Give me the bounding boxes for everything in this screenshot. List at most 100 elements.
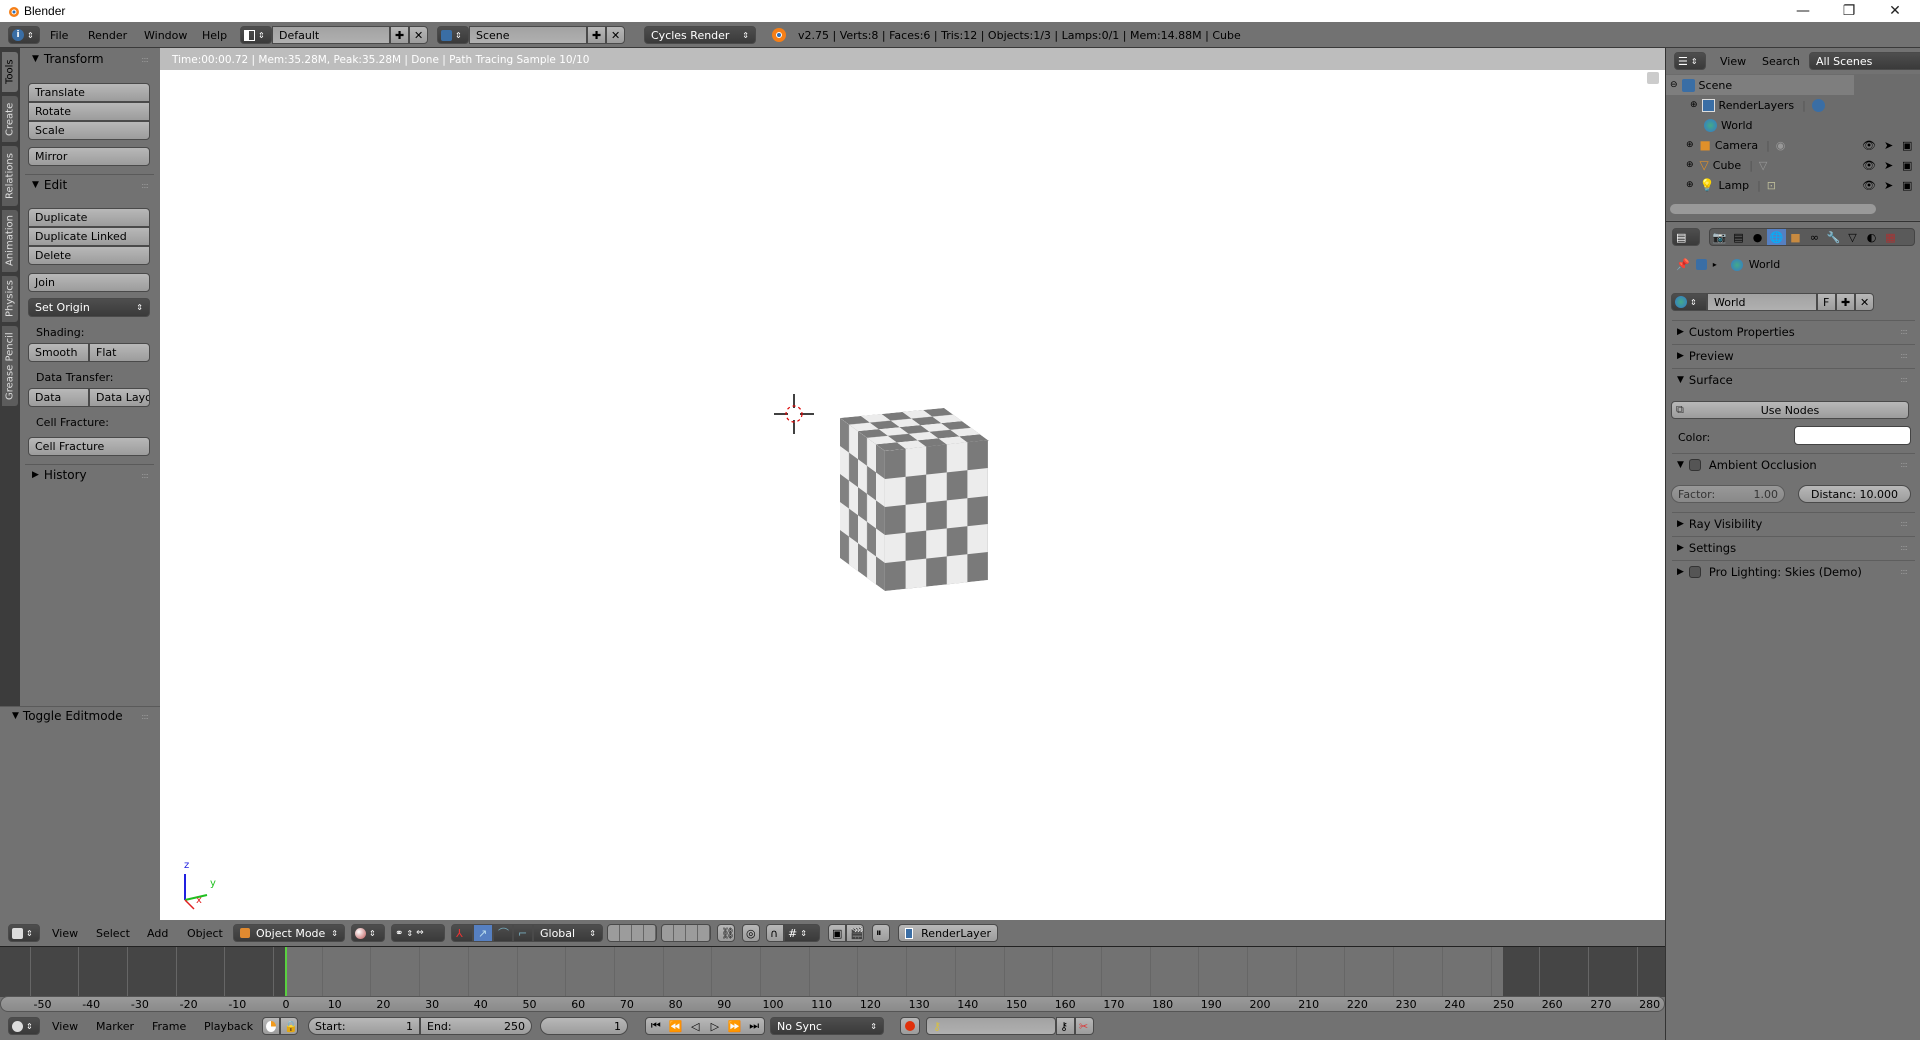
world-tab-icon[interactable]: 🌐 xyxy=(1767,229,1786,245)
current-frame-marker[interactable] xyxy=(285,947,287,997)
menu-view[interactable]: View xyxy=(1716,53,1750,70)
object-tab-icon[interactable]: ■ xyxy=(1786,229,1805,245)
modifiers-tab-icon[interactable]: 🔧 xyxy=(1824,229,1843,245)
preview-range-button[interactable] xyxy=(262,1017,280,1035)
ao-factor-field[interactable]: Factor: 1.00 xyxy=(1671,485,1785,503)
jump-start-icon[interactable]: ⏮ xyxy=(646,1019,666,1033)
3d-viewport[interactable]: z y x xyxy=(160,48,1665,920)
unlink-world-button[interactable]: ✕ xyxy=(1855,293,1874,311)
menu-frame[interactable]: Frame xyxy=(148,1018,190,1035)
expand-icon[interactable]: ⊕ xyxy=(1690,100,1698,110)
world-browse-button[interactable]: ⇕ xyxy=(1671,293,1707,311)
ray-visibility-panel-header[interactable]: ▶ Ray Visibility:::: xyxy=(1672,512,1915,534)
outliner-scrollbar[interactable] xyxy=(1670,204,1876,214)
delete-button[interactable]: Delete xyxy=(28,246,150,265)
expand-icon[interactable]: ⊕ xyxy=(1686,140,1694,150)
menu-help[interactable]: Help xyxy=(198,27,231,44)
rotate-manipulator[interactable]: ⌒ xyxy=(493,924,513,942)
viewport-shading-dropdown[interactable]: ⇕ xyxy=(351,924,385,942)
visibility-eye-icon[interactable]: 👁 xyxy=(1862,159,1876,172)
editor-type-outliner-button[interactable]: ☰ ⇕ xyxy=(1674,52,1706,70)
renderable-camera-icon[interactable]: ▣ xyxy=(1902,139,1912,152)
outliner-item-renderlayers[interactable]: ⊕ RenderLayers | xyxy=(1666,95,1920,115)
tab-physics[interactable]: Physics xyxy=(2,276,18,322)
render-layer-button[interactable]: RenderLayer xyxy=(898,924,998,942)
cell-fracture-button[interactable]: Cell Fracture xyxy=(28,437,150,456)
add-screen-button[interactable]: ✚ xyxy=(390,26,409,44)
data-tab-icon[interactable]: ▽ xyxy=(1843,229,1862,245)
collapse-icon[interactable]: ⊖ xyxy=(1670,80,1678,90)
menu-window[interactable]: Window xyxy=(140,27,191,44)
close-button[interactable]: ✕ xyxy=(1872,0,1918,22)
outliner-display-mode[interactable]: All Scenes xyxy=(1809,52,1920,70)
pivot-point-dropdown[interactable]: ⚭ ⇕ ⇔ xyxy=(391,924,445,942)
menu-marker[interactable]: Marker xyxy=(92,1018,138,1035)
menu-render[interactable]: Render xyxy=(84,27,131,44)
duplicate-linked-button[interactable]: Duplicate Linked xyxy=(28,227,150,246)
expand-icon[interactable]: ⊕ xyxy=(1686,160,1694,170)
flat-button[interactable]: Flat xyxy=(89,343,150,362)
editor-type-info-button[interactable]: i ⇕ xyxy=(8,26,40,44)
constraints-tab-icon[interactable]: ∞ xyxy=(1805,229,1824,245)
layers-group-1[interactable] xyxy=(607,924,657,942)
render-animation-button[interactable]: 🎬 xyxy=(846,924,864,942)
orientation-dropdown[interactable]: Global ⇕ xyxy=(533,924,603,942)
viewport-expand-icon[interactable] xyxy=(1647,72,1659,84)
editor-type-3dview-button[interactable]: ⇕ xyxy=(8,924,40,942)
custom-properties-panel-header[interactable]: ▶ Custom Properties:::: xyxy=(1672,320,1915,342)
proportional-edit-button[interactable]: ◎ xyxy=(742,924,760,942)
render-engine-dropdown[interactable]: Cycles Render ⇕ xyxy=(644,26,756,44)
texture-tab-icon[interactable]: ▦ xyxy=(1881,229,1900,245)
renderable-camera-icon[interactable]: ▣ xyxy=(1902,159,1912,172)
pro-lighting-checkbox[interactable] xyxy=(1688,565,1701,578)
surface-panel-header[interactable]: ▼ Surface:::: xyxy=(1672,368,1915,390)
pin-icon[interactable]: 📌 xyxy=(1676,258,1690,271)
delete-scene-button[interactable]: ✕ xyxy=(606,26,625,44)
tab-grease-pencil[interactable]: Grease Pencil xyxy=(2,326,18,406)
timeline-ruler[interactable]: -50 -40 -30 -20 -10 0 10 20 30 40 50 60 70 80 90 100 110… xyxy=(0,996,1665,1012)
outliner-item-camera[interactable]: ⊕ ■ Camera | ◉ 👁 ➤ ▣ xyxy=(1666,135,1920,155)
selectable-cursor-icon[interactable]: ➤ xyxy=(1884,139,1893,152)
smooth-button[interactable]: Smooth xyxy=(28,343,89,362)
tab-tools[interactable]: Tools xyxy=(2,52,18,92)
preview-panel-header[interactable]: ▶ Preview:::: xyxy=(1672,344,1915,366)
mode-dropdown[interactable]: Object Mode ⇕ xyxy=(233,924,345,942)
render-opengl-button[interactable]: ▣ xyxy=(828,924,846,942)
screen-layout-selector[interactable]: ⇕ xyxy=(240,26,272,44)
visibility-eye-icon[interactable]: 👁 xyxy=(1862,179,1876,192)
toggle-editmode-header[interactable]: ▼ Toggle Editmode:::: xyxy=(12,709,156,723)
edit-panel-header[interactable]: ▼ Edit:::: xyxy=(32,178,156,192)
snap-toggle[interactable]: ∩ xyxy=(766,924,784,942)
visibility-eye-icon[interactable]: 👁 xyxy=(1862,139,1876,152)
scene-name[interactable]: Scene xyxy=(469,26,587,44)
screen-layout-name[interactable]: Default xyxy=(272,26,390,44)
jump-end-icon[interactable]: ⏭ xyxy=(744,1019,764,1033)
editor-type-timeline-button[interactable]: ⇕ xyxy=(8,1017,40,1035)
set-origin-dropdown[interactable]: Set Origin ⇕ xyxy=(28,298,150,317)
duplicate-button[interactable]: Duplicate xyxy=(28,208,150,227)
delete-keyframe-button[interactable]: ✂ xyxy=(1075,1017,1094,1035)
transform-panel-header[interactable]: ▼ Transform:::: xyxy=(32,52,156,66)
ao-distance-field[interactable]: Distanc: 10.000 xyxy=(1798,485,1911,503)
history-panel-header[interactable]: ▶ History:::: xyxy=(32,468,156,482)
menu-view[interactable]: View xyxy=(48,1018,82,1035)
maximize-button[interactable]: ❐ xyxy=(1826,0,1872,22)
play-reverse-icon[interactable]: ◁ xyxy=(685,1020,705,1033)
ambient-occlusion-panel-header[interactable]: ▼ Ambient Occlusion:::: xyxy=(1672,453,1915,475)
world-color-swatch[interactable] xyxy=(1794,426,1911,445)
new-world-button[interactable]: ✚ xyxy=(1836,293,1855,311)
tab-create[interactable]: Create xyxy=(2,96,18,142)
minimize-button[interactable]: — xyxy=(1780,0,1826,22)
editor-type-properties-button[interactable]: ▤ xyxy=(1672,228,1700,246)
scene-selector[interactable]: ⇕ xyxy=(437,26,469,44)
data-layout-button[interactable]: Data Layo xyxy=(89,388,150,407)
menu-view[interactable]: View xyxy=(48,925,82,942)
lock-range-button[interactable]: 🔒 xyxy=(280,1017,298,1035)
outliner-item-scene[interactable]: ⊖ Scene xyxy=(1666,75,1854,95)
menu-playback[interactable]: Playback xyxy=(200,1018,257,1035)
outliner-item-cube[interactable]: ⊕ ▽ Cube | ▽ 👁 ➤ ▣ xyxy=(1666,155,1920,175)
translate-button[interactable]: Translate xyxy=(28,83,150,102)
menu-file[interactable]: File xyxy=(46,27,72,44)
tab-relations[interactable]: Relations xyxy=(2,146,18,206)
menu-add[interactable]: Add xyxy=(143,925,172,942)
